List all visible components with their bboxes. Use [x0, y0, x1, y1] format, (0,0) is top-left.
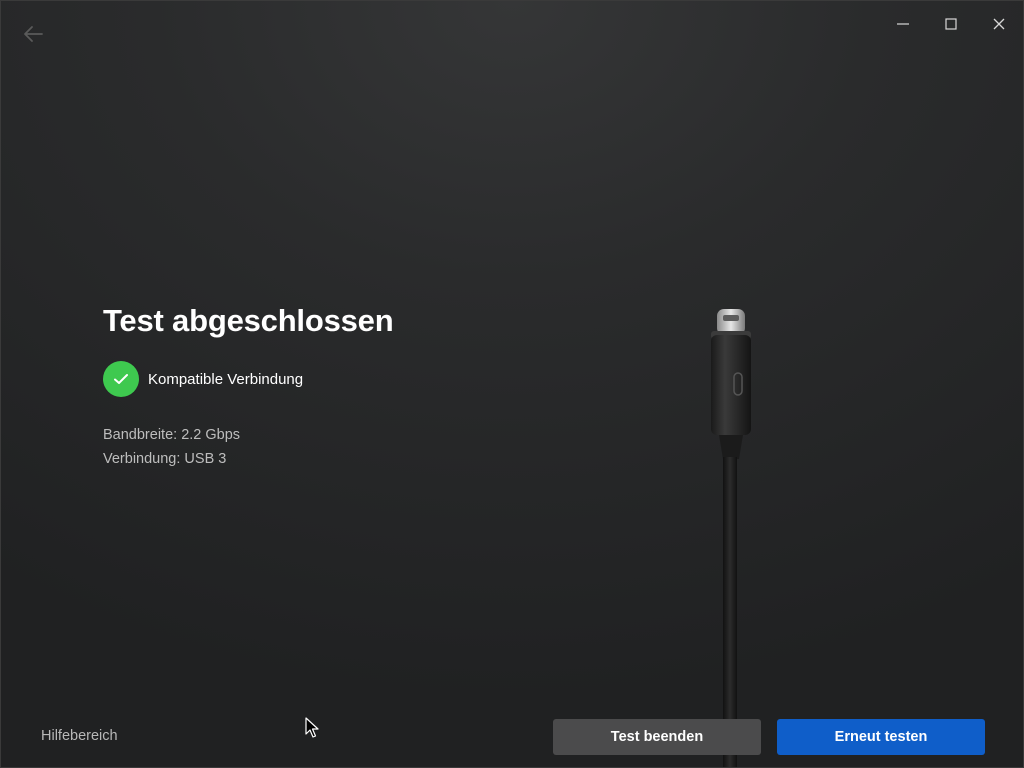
- status-text: Kompatible Verbindung: [148, 370, 304, 388]
- close-button[interactable]: [975, 1, 1023, 47]
- page-title: Test abgeschlossen: [103, 303, 394, 338]
- close-icon: [993, 18, 1005, 30]
- status-row: Kompatible Verbindung: [103, 361, 603, 397]
- check-icon: [114, 374, 128, 384]
- minimize-button[interactable]: [879, 1, 927, 47]
- help-link[interactable]: Hilfebereich: [41, 728, 118, 744]
- window-controls: [879, 1, 1023, 47]
- connection-details: Bandbreite: 2.2 Gbps Verbindung: USB 3: [103, 423, 603, 471]
- connection-value: Verbindung: USB 3: [103, 451, 227, 467]
- maximize-button[interactable]: [927, 1, 975, 47]
- end-test-button[interactable]: Test beenden: [553, 719, 761, 755]
- status-badge: [103, 361, 139, 397]
- back-button[interactable]: [15, 19, 51, 49]
- arrow-left-icon: [24, 26, 43, 42]
- minimize-icon: [897, 23, 909, 25]
- usb-c-cable-illustration: [711, 309, 751, 767]
- retest-button[interactable]: Erneut testen: [777, 719, 985, 755]
- bandwidth-value: Bandbreite: 2.2 Gbps: [103, 427, 241, 443]
- mouse-cursor-icon: [305, 717, 319, 738]
- app-window: Test abgeschlossen Kompatible Verbindung…: [0, 0, 1024, 768]
- maximize-icon: [945, 18, 957, 30]
- result-panel: Test abgeschlossen Kompatible Verbindung…: [103, 301, 603, 471]
